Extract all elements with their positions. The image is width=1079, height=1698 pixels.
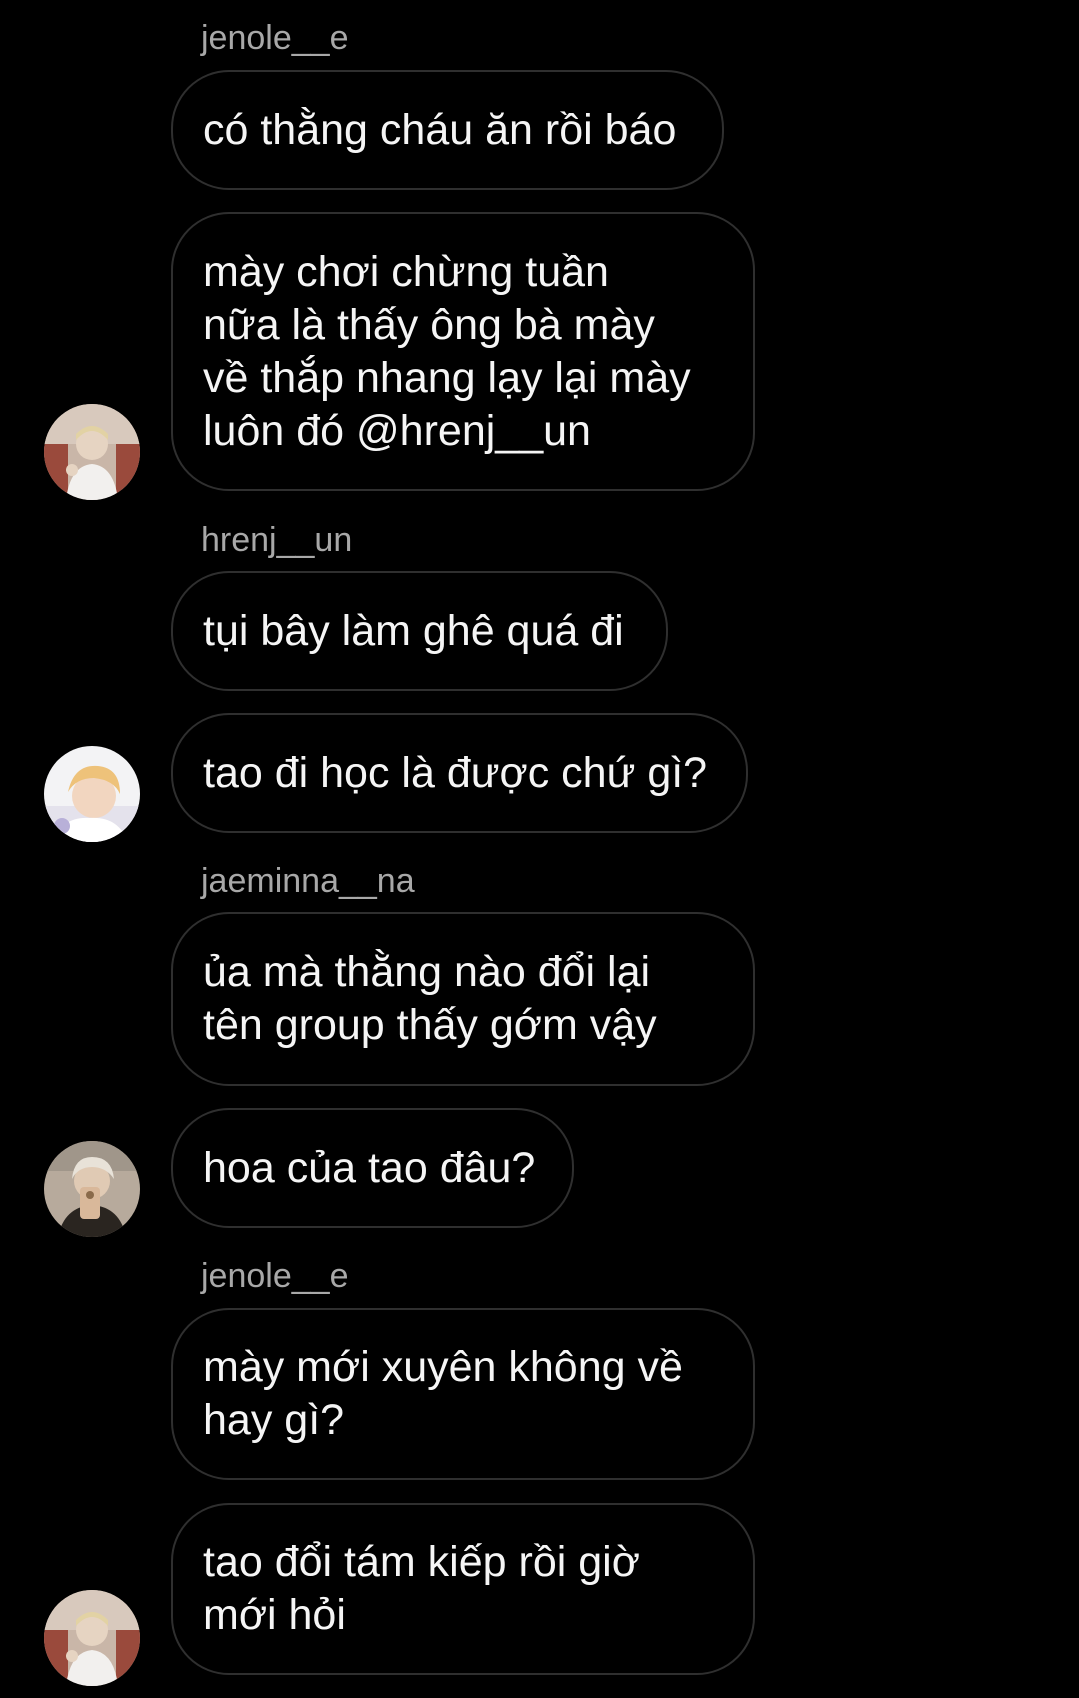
avatar[interactable]: [44, 1590, 140, 1686]
message-bubble[interactable]: có thằng cháu ăn rồi báo: [171, 70, 724, 190]
message-bubble[interactable]: tao đi học là được chứ gì?: [171, 713, 748, 833]
profile-photo-icon: [44, 1590, 140, 1686]
profile-photo-icon: [44, 1141, 140, 1237]
message-bubble[interactable]: mày mới xuyên không về hay gì?: [171, 1308, 755, 1480]
avatar[interactable]: [44, 746, 140, 842]
message-bubble[interactable]: hoa của tao đâu?: [171, 1108, 574, 1228]
message-text: mày chơi chừng tuần nữa là thấy ông bà m…: [203, 247, 691, 455]
message-text: ủa mà thằng nào đổi lại tên group thấy g…: [203, 948, 657, 1049]
message-text: mày mới xuyên không về hay gì?: [203, 1343, 683, 1444]
message-text: có thằng cháu ăn rồi báo: [203, 105, 677, 154]
profile-photo-icon: [44, 404, 140, 500]
message-text: tao đi học là được chứ gì?: [203, 748, 708, 797]
message-text: tụi bây làm ghê quá đi: [203, 606, 624, 655]
message-bubble[interactable]: tao đổi tám kiếp rồi giờ mới hỏi: [171, 1503, 755, 1675]
sender-name: jenole__e: [201, 19, 349, 57]
avatar[interactable]: [44, 1141, 140, 1237]
message-bubble[interactable]: ủa mà thằng nào đổi lại tên group thấy g…: [171, 912, 755, 1086]
sender-name: hrenj__un: [201, 521, 353, 559]
message-bubble[interactable]: mày chơi chừng tuần nữa là thấy ông bà m…: [171, 212, 755, 491]
message-text: hoa của tao đâu?: [203, 1143, 536, 1192]
sender-name: jaeminna__na: [201, 862, 415, 900]
avatar[interactable]: [44, 404, 140, 500]
sender-name: jenole__e: [201, 1257, 349, 1295]
profile-photo-icon: [44, 746, 140, 842]
message-text: tao đổi tám kiếp rồi giờ mới hỏi: [203, 1538, 640, 1639]
message-bubble[interactable]: tụi bây làm ghê quá đi: [171, 571, 668, 691]
